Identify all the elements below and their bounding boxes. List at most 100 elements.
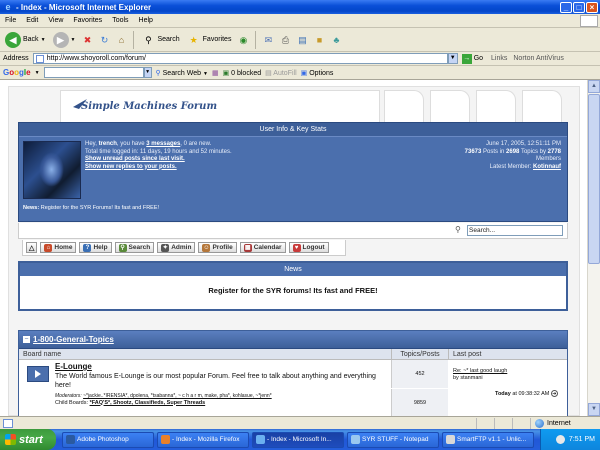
- nav-calendar-button[interactable]: ▦ Calendar: [239, 242, 286, 253]
- address-bar: Address http://www.shoyoroll.com/forum/ …: [0, 52, 600, 66]
- options-button[interactable]: ▣ Options: [301, 69, 334, 77]
- edit-icon[interactable]: ▤: [295, 33, 309, 47]
- pagerank-icon[interactable]: ▦: [212, 69, 219, 77]
- scroll-thumb[interactable]: [588, 94, 600, 264]
- back-dropdown-icon[interactable]: ▼: [41, 37, 46, 43]
- go-arrow-icon: →: [461, 53, 472, 64]
- back-button[interactable]: ◀ Back ▼: [3, 30, 48, 50]
- forward-arrow-icon: ▶: [52, 31, 69, 48]
- nav-logout-button[interactable]: ♥ Logout: [288, 242, 329, 253]
- favorites-button[interactable]: ★ Favorites: [185, 30, 234, 50]
- google-logo[interactable]: Google: [3, 68, 31, 77]
- nav-collapse-button[interactable]: △: [26, 242, 38, 253]
- home-icon[interactable]: ⌂: [114, 33, 128, 47]
- task-notepad[interactable]: SYR STUFF - Notepad: [347, 431, 439, 448]
- window-title: - Index - Microsoft Internet Explorer: [16, 2, 152, 12]
- page-content: Simple Machines Forum User Info & Key St…: [0, 80, 587, 416]
- internet-explorer-icon: e: [5, 2, 11, 12]
- menu-edit[interactable]: Edit: [21, 17, 43, 24]
- autofill-button[interactable]: ▤ AutoFill: [265, 69, 297, 77]
- logout-icon: ♥: [292, 243, 301, 252]
- discuss-icon[interactable]: ■: [312, 33, 326, 47]
- forum-stats: June 17, 2005, 12:51:11 PM 73673 Posts i…: [464, 141, 561, 170]
- forum-search-input[interactable]: Search...: [467, 225, 563, 236]
- taskbar-tasks: Adobe Photoshop - Index - Mozilla Firefo…: [62, 431, 534, 448]
- firefox-icon: [161, 435, 170, 444]
- scroll-up-icon[interactable]: ▲: [588, 80, 600, 93]
- mail-icon[interactable]: ✉: [261, 33, 275, 47]
- forum-logo[interactable]: Simple Machines Forum: [81, 101, 217, 112]
- board-row: E-Lounge The World famous E-Lounge is ou…: [19, 360, 567, 416]
- unread-posts-link[interactable]: Show unread posts since last visit.: [85, 156, 185, 162]
- latest-member-link[interactable]: Kotinnauf: [533, 164, 561, 170]
- print-icon[interactable]: ⎙: [278, 33, 292, 47]
- task-firefox[interactable]: - Index - Mozilla Firefox: [157, 431, 249, 448]
- profile-icon: ☺: [202, 243, 211, 252]
- minimize-button[interactable]: _: [560, 1, 572, 13]
- forum-date: June 17, 2005, 12:51:11 PM: [486, 141, 561, 147]
- menu-help[interactable]: Help: [134, 17, 158, 24]
- close-button[interactable]: ×: [586, 1, 598, 13]
- help-icon: ?: [83, 243, 92, 252]
- user-info-heading: User Info & Key Stats: [19, 123, 567, 137]
- collapse-category-icon[interactable]: –: [23, 336, 30, 343]
- avatar: [23, 141, 81, 199]
- scroll-down-icon[interactable]: ▼: [588, 403, 600, 416]
- menu-file[interactable]: File: [0, 17, 21, 24]
- media-icon[interactable]: ◉: [236, 33, 250, 47]
- new-replies-link[interactable]: Show new replies to your posts.: [85, 164, 177, 170]
- autofill-icon: ▤: [265, 69, 272, 77]
- col-last-post: Last post: [448, 349, 567, 359]
- go-button[interactable]: → Go: [461, 53, 483, 64]
- windows-logo-icon: [580, 14, 598, 27]
- page-icon: [35, 54, 44, 63]
- windows-flag-icon: [5, 434, 16, 445]
- task-photoshop[interactable]: Adobe Photoshop: [62, 431, 154, 448]
- news-panel: News Register for the SYR forums! Its fa…: [18, 261, 568, 311]
- menu-tools[interactable]: Tools: [107, 17, 133, 24]
- back-arrow-icon: ◀: [5, 31, 21, 48]
- links-button[interactable]: Links: [491, 55, 507, 62]
- board-status-icon: [27, 366, 49, 382]
- internet-explorer-icon: [256, 435, 265, 444]
- nav-home-button[interactable]: ⌂ Home: [40, 242, 77, 253]
- search-web-button[interactable]: ⚲ Search Web ▼: [156, 69, 208, 77]
- menu-favorites[interactable]: Favorites: [68, 17, 107, 24]
- task-internet-explorer[interactable]: - Index - Microsoft In...: [252, 431, 344, 448]
- status-cell: [494, 417, 512, 429]
- address-input[interactable]: http://www.shoyoroll.com/forum/: [32, 53, 448, 64]
- category-link[interactable]: 1-800-General-Topics: [33, 335, 114, 344]
- google-menu-dropdown-icon[interactable]: ▼: [35, 70, 40, 76]
- google-search-input[interactable]: [43, 67, 144, 78]
- popup-blocker-button[interactable]: ▣ 0 blocked: [223, 69, 262, 77]
- stop-icon[interactable]: ✖: [80, 33, 94, 47]
- window-titlebar[interactable]: e - Index - Microsoft Internet Explorer …: [0, 0, 600, 14]
- menu-bar: File Edit View Favorites Tools Help: [0, 14, 600, 28]
- norton-antivirus-button[interactable]: Norton AntiVirus: [513, 55, 563, 62]
- nav-profile-button[interactable]: ☺ Profile: [198, 242, 237, 253]
- vertical-scrollbar[interactable]: ▲ ▼: [587, 80, 600, 416]
- forward-button[interactable]: ▶ ▼: [51, 30, 78, 50]
- task-smartftp[interactable]: SmartFTP v1.1 - Unlic...: [442, 431, 534, 448]
- google-search-dropdown-icon[interactable]: ▼: [143, 67, 152, 78]
- magnifier-icon: ⚲: [145, 34, 152, 45]
- nav-admin-button[interactable]: ✦ Admin: [157, 242, 196, 253]
- forum-search-bar: ⚲ Search...: [18, 223, 568, 239]
- menu-view[interactable]: View: [43, 17, 68, 24]
- refresh-icon[interactable]: ↻: [97, 33, 111, 47]
- maximize-button[interactable]: □: [573, 1, 585, 13]
- google-toolbar: Google ▼ ▼ ⚲ Search Web ▼ ▦ ▣ 0 blocked …: [0, 66, 600, 80]
- go-to-last-post-icon[interactable]: ➜: [550, 390, 558, 397]
- board-last-post: Re: ~* last good laugh by stanmani: [453, 368, 508, 381]
- messages-link[interactable]: 3 messages: [146, 141, 180, 147]
- nav-search-button[interactable]: ⚲ Search: [114, 242, 155, 253]
- start-button[interactable]: start: [0, 429, 56, 450]
- board-title-link[interactable]: E-Lounge: [55, 362, 390, 371]
- last-post-link[interactable]: Re: ~* last good laugh: [453, 368, 507, 374]
- address-dropdown-icon[interactable]: ▼: [447, 53, 458, 64]
- tray-icon[interactable]: [555, 435, 565, 444]
- messenger-icon[interactable]: ♣: [329, 33, 343, 47]
- search-button[interactable]: ⚲ Search: [139, 30, 181, 50]
- nav-help-button[interactable]: ? Help: [79, 242, 112, 253]
- collapse-icon: △: [29, 244, 35, 252]
